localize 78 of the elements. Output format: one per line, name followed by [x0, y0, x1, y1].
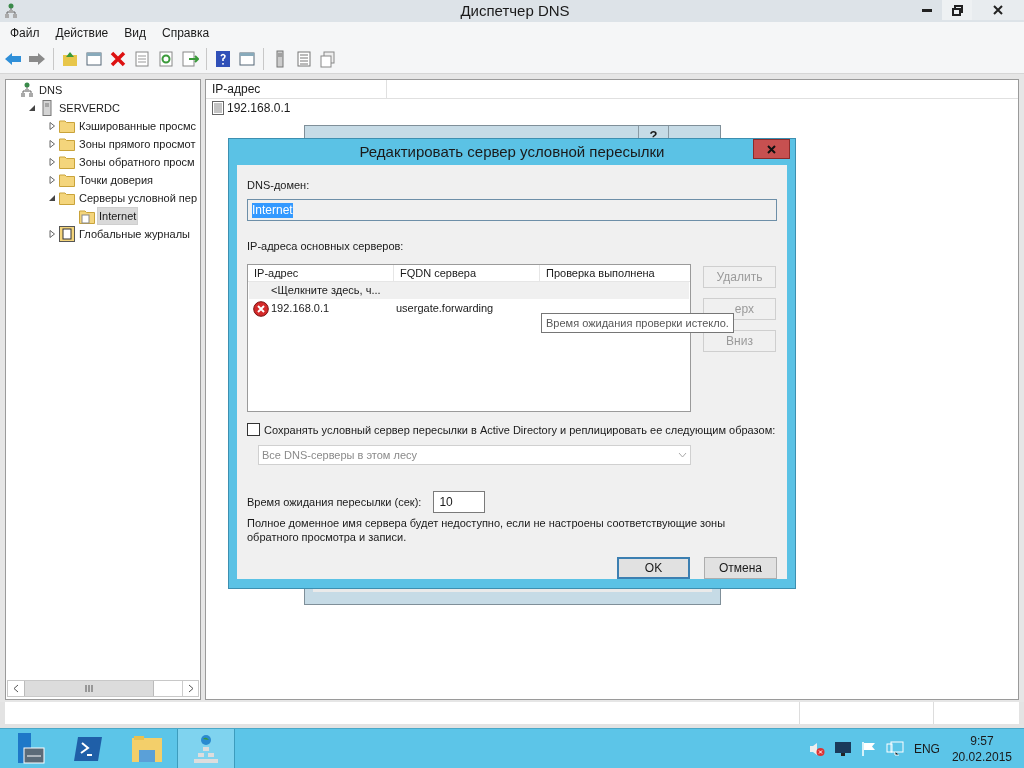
expand-arrow-icon[interactable] [48, 158, 56, 166]
note-text: Полное доменное имя сервера будет недоступно, если не настроены соответствующие зоны обратного просмотра и записи. [247, 516, 727, 544]
network-icon [4, 3, 18, 19]
clock-time: 9:57 [970, 732, 994, 749]
tree-item[interactable]: Точки доверия [77, 171, 156, 189]
window-title: Диспетчер DNS [459, 0, 571, 21]
expand-arrow-icon[interactable] [48, 122, 56, 130]
folder-icon [59, 191, 75, 205]
list-item[interactable]: 192.168.0.1 [227, 99, 291, 117]
checkbox[interactable] [247, 423, 260, 437]
refresh-icon[interactable] [157, 49, 175, 68]
checkbox-label[interactable]: Сохранять условный сервер пересылки в Active Directory и реплицировать ее следующим образом: [264, 421, 776, 438]
pane-icon[interactable] [85, 49, 103, 68]
add-entry-cell[interactable]: <Щелкните здесь, ч... [271, 283, 381, 296]
section-label: IP-адреса основных серверов: [247, 239, 405, 254]
tree-item[interactable]: Серверы условной пер [77, 189, 200, 207]
scrollbar[interactable] [7, 680, 199, 697]
close-button[interactable] [972, 0, 1024, 20]
menu-item[interactable]: Справка [155, 24, 217, 42]
column-header[interactable]: IP-адрес [248, 264, 394, 281]
clock[interactable]: 9:57 20.02.2015 [951, 732, 1012, 765]
scroll-right-icon[interactable] [187, 684, 194, 693]
table-cell-text: 192.168.0.1 [270, 301, 331, 317]
menu-item[interactable]: Файл [3, 24, 47, 42]
folder-icon [59, 137, 75, 151]
help-icon[interactable] [214, 49, 232, 68]
tree-item[interactable]: Зоны обратного просм [77, 153, 197, 171]
folder-icon [59, 173, 75, 187]
scroll-left-icon[interactable] [13, 684, 19, 693]
close-button[interactable] [753, 139, 790, 159]
expand-arrow-icon[interactable] [48, 230, 56, 238]
dialog-button[interactable]: Отмена [704, 557, 777, 579]
input-text: Internet [252, 202, 293, 218]
list-icon[interactable] [295, 49, 313, 68]
column-header[interactable]: Проверка выполнена [540, 264, 686, 281]
menu-item[interactable]: Действие [48, 24, 116, 42]
tree-item[interactable]: SERVERDC [57, 99, 122, 117]
export-icon[interactable] [181, 49, 199, 68]
expand-arrow-icon[interactable] [48, 140, 56, 148]
speaker-muted-icon[interactable] [808, 740, 825, 757]
tree-item[interactable]: Зоны прямого просмот [77, 135, 198, 153]
network-icon [20, 82, 34, 98]
copy-icon[interactable] [319, 49, 337, 68]
tree-item[interactable]: Internet [97, 207, 139, 225]
tree-item[interactable]: DNS [37, 81, 65, 99]
delete-icon[interactable] [109, 49, 127, 68]
collapse-arrow-icon[interactable] [28, 104, 36, 112]
column-header[interactable]: FQDN сервера [394, 264, 540, 281]
folder-document-icon [79, 208, 95, 224]
restore-icon[interactable] [951, 4, 963, 16]
column-header[interactable]: IP-адрес [206, 80, 387, 98]
clock-date: 20.02.2015 [951, 748, 1012, 765]
monitor-icon[interactable] [833, 740, 852, 757]
pane-icon[interactable] [238, 49, 256, 68]
expand-arrow-icon[interactable] [48, 176, 56, 184]
close-icon[interactable] [993, 5, 1003, 15]
log-book-icon [59, 226, 75, 242]
minimize-icon[interactable] [922, 8, 932, 12]
terminal-icon[interactable] [73, 735, 103, 762]
collapse-arrow-icon[interactable] [48, 194, 56, 202]
network-icon[interactable] [192, 733, 220, 764]
folder-icon [59, 119, 75, 133]
field-label: Время ожидания пересылки (сек): [247, 494, 422, 510]
field-label: DNS-домен: [247, 177, 311, 193]
table-cell-text: usergate.forwarding [396, 301, 494, 317]
tooltip: Время ожидания проверки истекло. [541, 312, 734, 333]
grip-icon[interactable] [85, 685, 93, 692]
dialog-button[interactable]: OK [617, 557, 690, 579]
folder-icon [59, 155, 75, 169]
language-indicator[interactable]: ENG [913, 739, 940, 758]
server-icon [42, 100, 52, 116]
restore-button[interactable] [942, 0, 972, 20]
record-icon [212, 101, 224, 115]
timeout-input-field[interactable]: 10 [433, 491, 486, 513]
taskbar-button[interactable] [177, 728, 235, 768]
menu-item[interactable]: Вид [117, 24, 153, 42]
tree-item[interactable]: Глобальные журналы [77, 225, 192, 243]
tree-item[interactable]: Кэшированные просмс [77, 117, 199, 135]
